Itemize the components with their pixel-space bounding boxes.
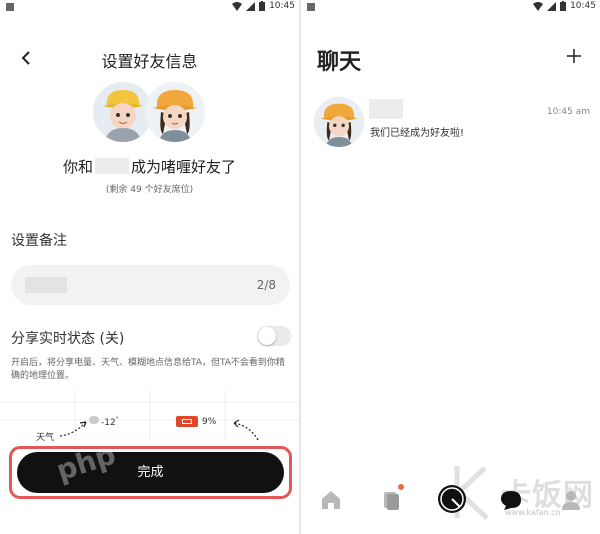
friend-prefix: 你和 [62,158,93,176]
chat-name-redacted [369,99,403,119]
battery-inner [182,419,192,424]
remark-input[interactable]: 2/8 [11,265,290,305]
share-status-toggle[interactable] [257,326,291,346]
chat-avatar [314,97,364,147]
chat-time: 10:45 am [546,107,590,117]
status-time-right: 10:45 [570,1,596,11]
friend-suffix: 成为啫喱好友了 [131,158,237,176]
battery-percent: 9% [202,417,217,427]
friend-confirmation: 你和 成为啫喱好友了 [0,156,299,177]
notification-icon [307,3,315,11]
share-status-label: 分享实时状态 (关) [11,331,125,347]
share-description: 开启后，将分享电量、天气、模糊地点信息给TA，但TA不会看到你精确的地理位置。 [11,358,285,381]
friend-name-redacted [95,158,129,174]
battery-icon [259,1,266,11]
status-bar: 10:45 [0,0,299,14]
remark-label: 设置备注 [11,233,67,249]
friend-settings-screen: 10:45 设置好友信息 你和 成为啫喱好友了 (剩余 49 个好友席位) 设置… [0,0,299,534]
notification-icon [6,3,14,11]
cloud-icon [89,416,99,424]
cards-icon[interactable] [379,488,403,512]
chat-title: 聊天 [317,50,362,75]
notification-badge [398,484,404,490]
temperature-value: -12 [101,418,116,428]
my-avatar [93,82,153,142]
profile-icon[interactable] [559,488,583,512]
wifi-icon [232,1,243,11]
home-icon[interactable] [319,488,343,512]
girl-avatar-icon [314,97,364,147]
battery-icon [560,1,567,11]
boy-avatar-icon [93,82,153,142]
battery-badge-icon [176,416,198,427]
bottom-tab-bar [301,478,600,526]
signal-icon [547,1,557,11]
chat-icon[interactable] [499,488,523,512]
weather-label: 天气 [36,433,55,443]
chat-last-message: 我们已经成为好友啦! [370,128,465,139]
page-title: 设置好友信息 [101,52,198,71]
temperature-unit: ° [115,416,119,423]
girl-avatar-icon [145,82,205,142]
plus-icon[interactable] [566,48,582,64]
wifi-icon [533,1,544,11]
remaining-slots: (剩余 49 个好友席位) [105,185,194,195]
status-time: 10:45 [269,1,295,11]
camera-center-icon[interactable] [436,483,468,515]
remark-value-redacted [25,277,67,293]
status-bar-right: 10:45 [301,0,600,14]
remark-char-count: 2/8 [256,278,276,292]
temperature: -12° [101,416,119,428]
friend-avatar [145,82,205,142]
toggle-knob [258,327,276,345]
signal-icon [246,1,256,11]
chat-list-screen: 10:45 聊天 10:45 am 我们已经成为好友啦! 卡饭网 www.kaf… [301,0,600,534]
